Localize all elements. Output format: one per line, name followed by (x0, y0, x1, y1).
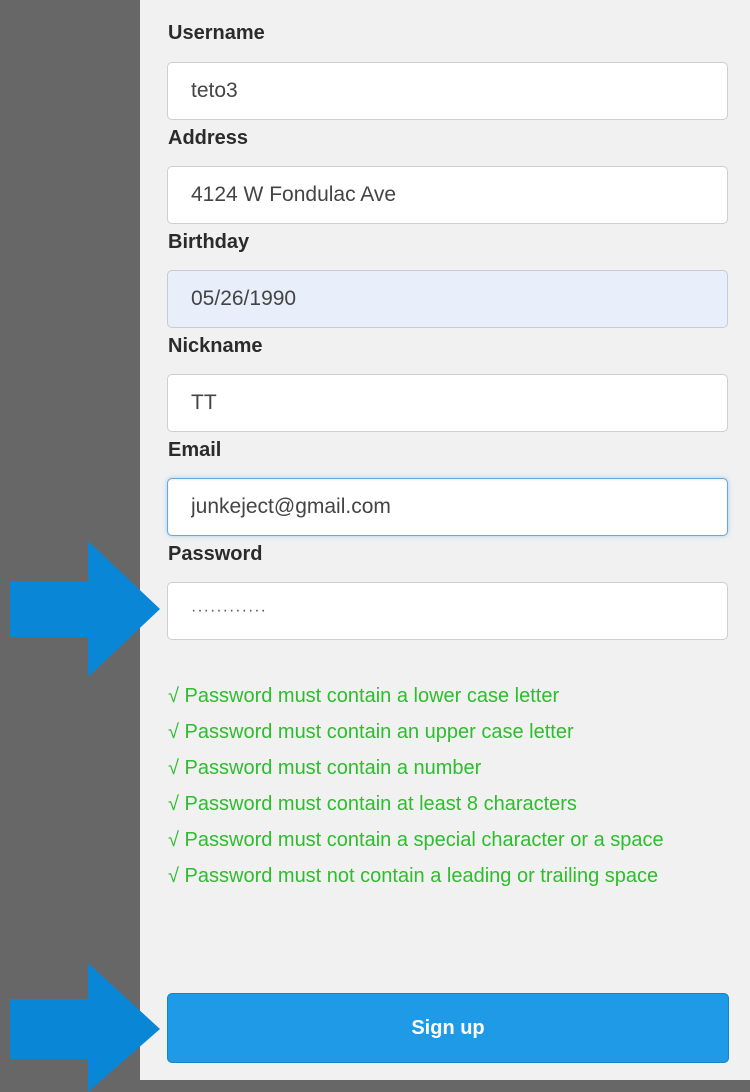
email-input[interactable] (167, 478, 728, 536)
arrow-right-icon (10, 963, 160, 1092)
password-label: Password (168, 543, 263, 565)
birthday-input[interactable] (167, 270, 728, 328)
arrow-right-icon (10, 541, 160, 677)
password-rule-uppercase: √ Password must contain an upper case le… (168, 721, 574, 743)
birthday-label: Birthday (168, 231, 250, 253)
address-input[interactable] (167, 166, 728, 224)
email-label: Email (168, 439, 222, 461)
password-rule-no-leading-trailing-space: √ Password must not contain a leading or… (168, 865, 659, 887)
signup-form-panel (140, 0, 750, 1080)
password-rule-length: √ Password must contain at least 8 chara… (168, 793, 577, 815)
address-label: Address (168, 127, 249, 149)
nickname-input[interactable] (167, 374, 728, 432)
password-rule-special: √ Password must contain a special charac… (168, 829, 664, 851)
password-rule-lowercase: √ Password must contain a lower case let… (168, 685, 560, 707)
password-input[interactable] (167, 582, 728, 640)
password-rules-list: √ Password must contain a lower case let… (168, 678, 720, 894)
password-rule-number: √ Password must contain a number (168, 757, 482, 779)
nickname-label: Nickname (168, 335, 263, 357)
username-label: Username (168, 22, 265, 44)
sign-up-button[interactable]: Sign up (167, 993, 729, 1063)
username-input[interactable] (167, 62, 728, 120)
